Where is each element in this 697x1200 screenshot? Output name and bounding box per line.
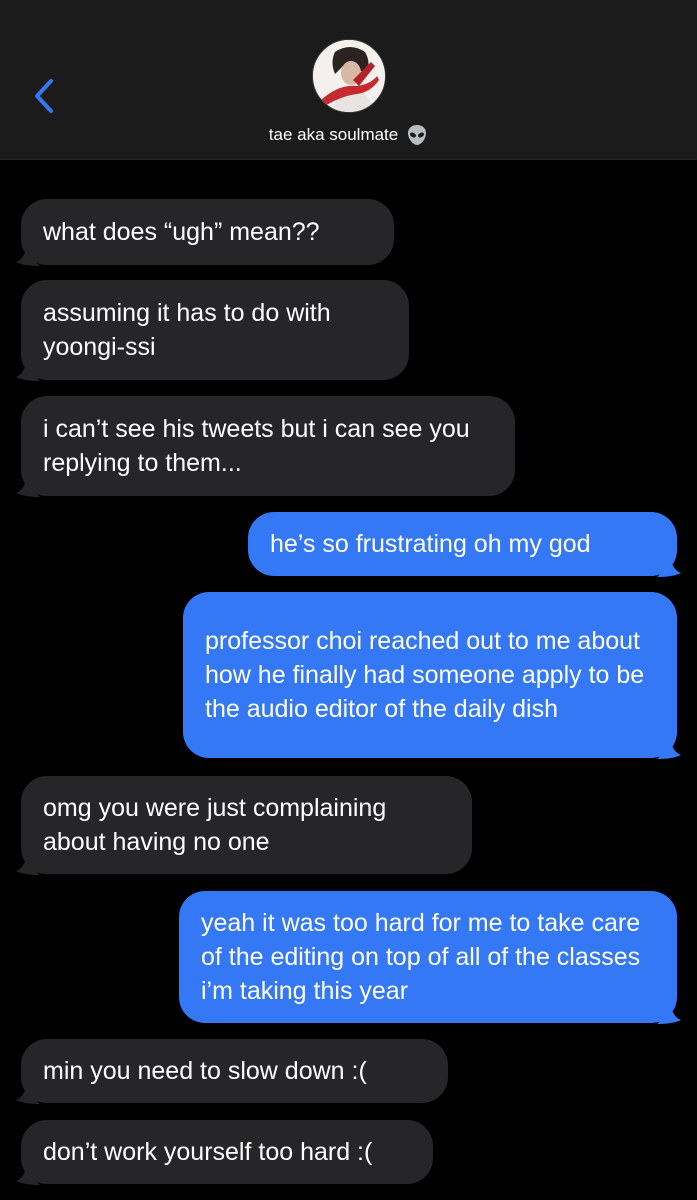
bubble-tail <box>16 853 40 875</box>
message-text: yeah it was too hard for me to take care… <box>201 909 641 1005</box>
chevron-left-icon <box>35 79 53 113</box>
bubble-tail <box>16 1163 40 1185</box>
sent-message[interactable]: he’s so frustrating oh my god <box>248 512 677 576</box>
bubble-tail <box>657 555 681 577</box>
message-text: professor choi reached out to me about h… <box>205 627 645 723</box>
message-text: he’s so frustrating oh my god <box>270 530 591 558</box>
bubble-tail <box>16 1082 40 1104</box>
contact-name-row[interactable]: tae aka soulmate <box>0 124 697 146</box>
message-thread[interactable]: what does “ugh” mean?? assuming it has t… <box>0 160 697 1200</box>
received-message[interactable]: min you need to slow down :( <box>21 1039 448 1103</box>
message-text: don’t work yourself too hard :( <box>43 1138 373 1166</box>
bubble-tail <box>657 737 681 759</box>
contact-name: tae aka soulmate <box>268 125 399 144</box>
alien-icon <box>408 125 427 145</box>
conversation-header: tae aka soulmate <box>0 0 697 160</box>
message-text: min you need to slow down :( <box>43 1057 367 1085</box>
avatar-photo <box>313 40 385 112</box>
sent-message[interactable]: yeah it was too hard for me to take care… <box>179 891 677 1023</box>
bubble-tail <box>657 1002 681 1024</box>
bubble-tail <box>16 475 40 497</box>
received-message[interactable]: assuming it has to do with yoongi-ssi <box>21 280 409 380</box>
back-button[interactable] <box>26 72 62 120</box>
bubble-tail <box>16 359 40 381</box>
sent-message[interactable]: professor choi reached out to me about h… <box>183 592 677 758</box>
received-message[interactable]: omg you were just complaining about havi… <box>21 776 472 874</box>
message-text: what does “ugh” mean?? <box>43 218 320 246</box>
message-text: omg you were just complaining about havi… <box>43 794 387 856</box>
received-message[interactable]: don’t work yourself too hard :( <box>21 1120 433 1184</box>
contact-avatar[interactable] <box>312 39 386 113</box>
received-message[interactable]: what does “ugh” mean?? <box>21 199 394 265</box>
bubble-tail <box>16 244 40 266</box>
received-message[interactable]: i can’t see his tweets but i can see you… <box>21 396 515 496</box>
message-text: assuming it has to do with yoongi-ssi <box>43 299 331 361</box>
message-text: i can’t see his tweets but i can see you… <box>43 415 470 477</box>
